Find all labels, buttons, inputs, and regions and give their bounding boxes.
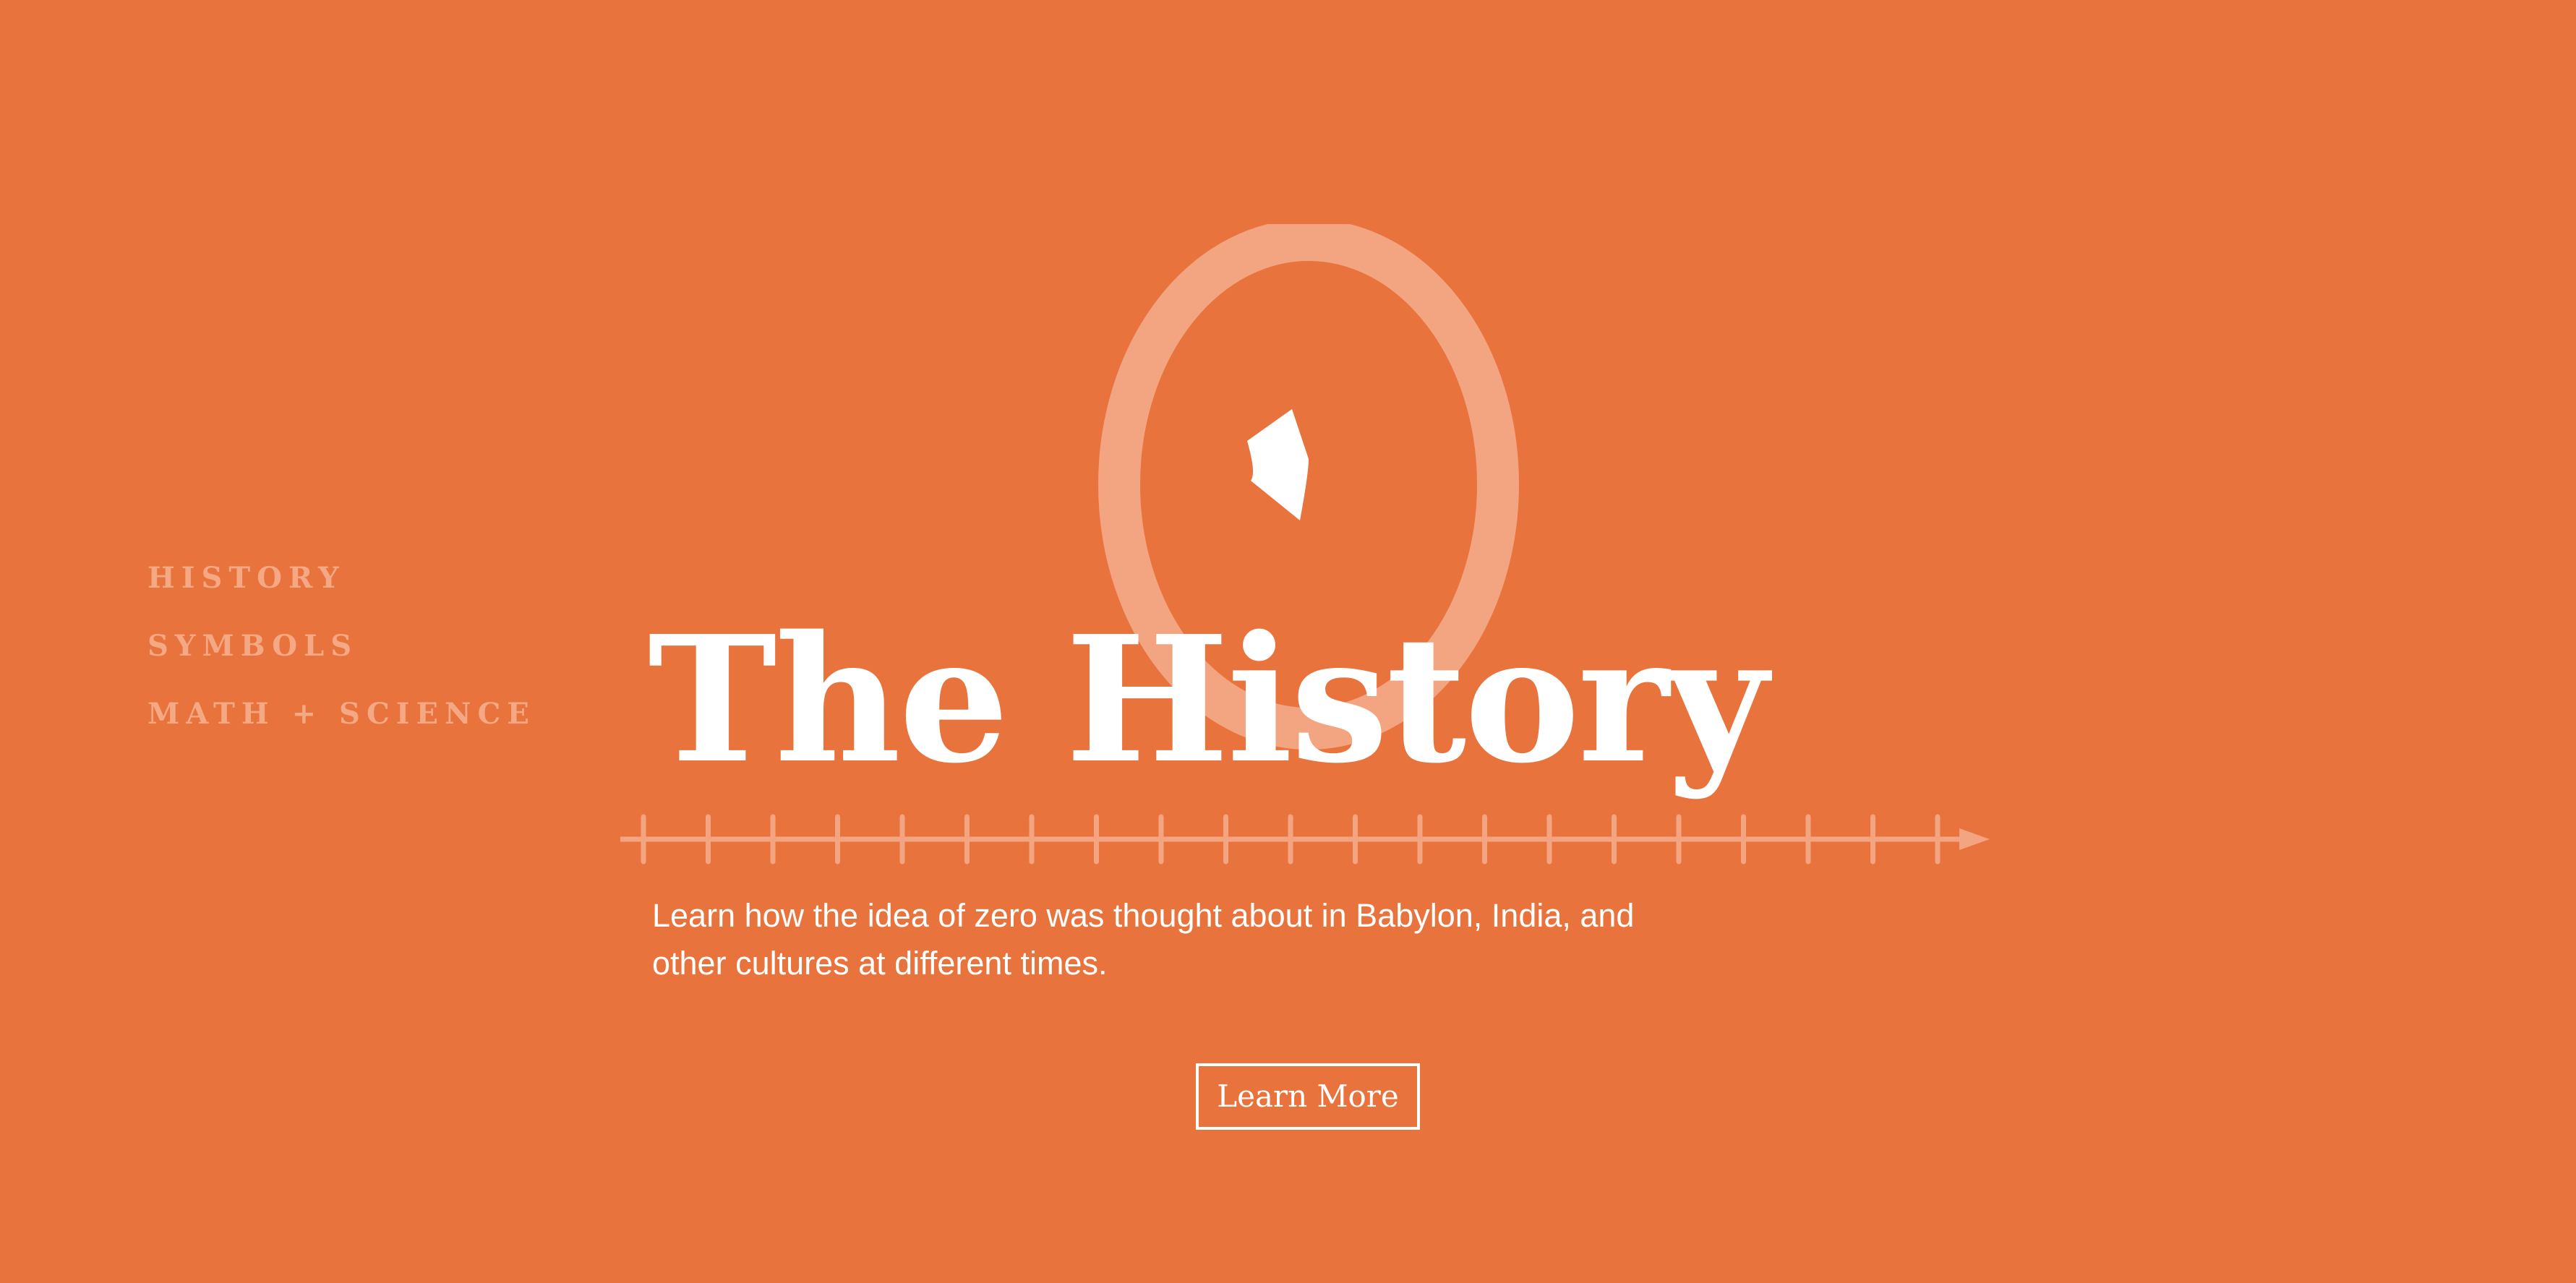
number-line-icon	[620, 814, 1990, 864]
hero-section: HISTORY SYMBOLS MATH + SCIENCE The Histo…	[0, 0, 2576, 1283]
hero-description: Learn how the idea of zero was thought a…	[652, 897, 1635, 982]
nav-item-history[interactable]: HISTORY	[147, 557, 536, 600]
nav-item-math-science[interactable]: MATH + SCIENCE	[147, 692, 536, 736]
number-line-ticks	[641, 814, 1940, 864]
nav-item-symbols[interactable]: SYMBOLS	[147, 625, 536, 668]
diamond-mark	[1247, 409, 1309, 520]
learn-more-button[interactable]: Learn More	[1196, 1063, 1420, 1130]
side-nav: HISTORY SYMBOLS MATH + SCIENCE	[147, 557, 536, 736]
page-title: The History	[648, 598, 1768, 802]
